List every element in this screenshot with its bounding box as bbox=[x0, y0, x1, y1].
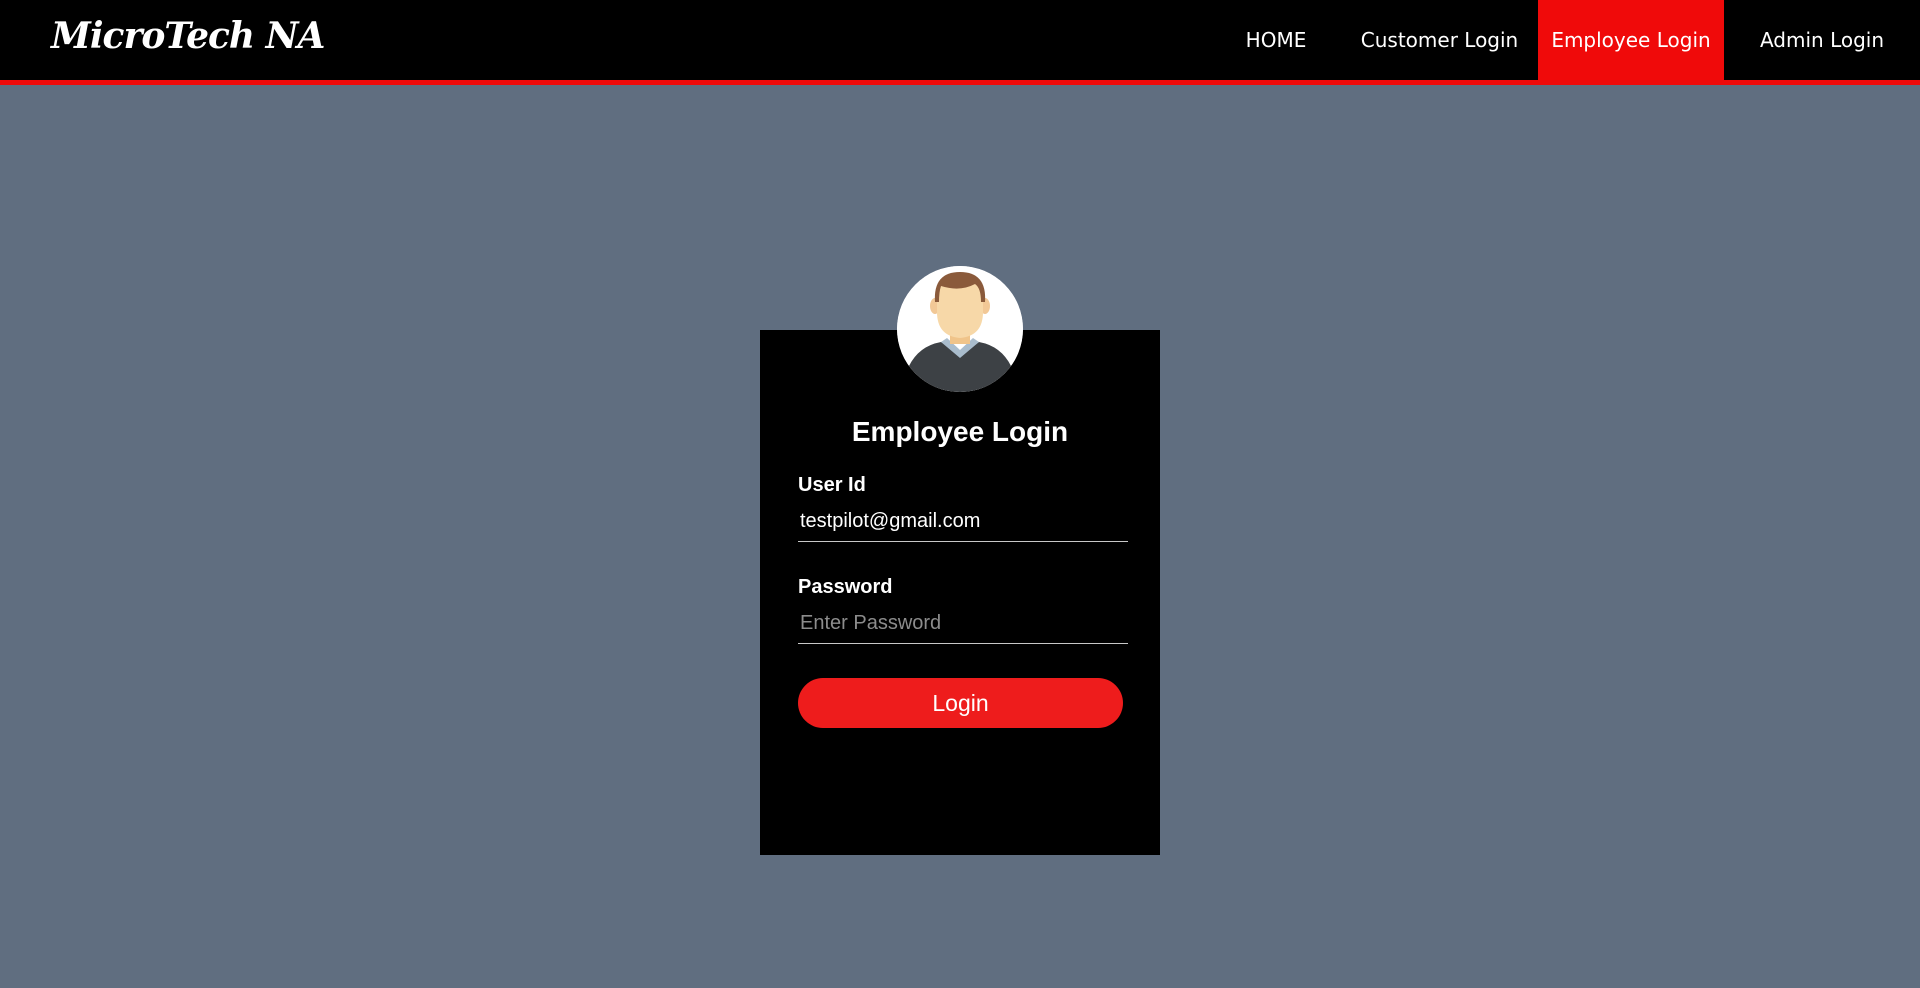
password-label: Password bbox=[798, 576, 893, 598]
password-input[interactable] bbox=[798, 604, 1128, 644]
nav-employee-login-link[interactable]: Employee Login bbox=[1538, 0, 1724, 80]
user-id-input[interactable] bbox=[798, 502, 1128, 542]
user-id-label: User Id bbox=[798, 474, 866, 496]
nav-admin-login-link[interactable]: Admin Login bbox=[1724, 0, 1920, 80]
login-button[interactable]: Login bbox=[798, 678, 1123, 728]
brand-logo[interactable]: MicroTech NA bbox=[51, 10, 325, 62]
login-title: Employee Login bbox=[851, 416, 1069, 447]
login-card: Employee Login User Id Password Login bbox=[760, 330, 1160, 855]
top-navbar: MicroTech NA HOME Customer Login Employe… bbox=[0, 0, 1920, 85]
nav-home-link[interactable]: HOME bbox=[1211, 0, 1341, 80]
user-avatar-icon bbox=[897, 266, 1023, 392]
nav-links: HOME Customer Login Employee Login Admin… bbox=[1211, 0, 1920, 80]
nav-customer-login-link[interactable]: Customer Login bbox=[1341, 0, 1538, 80]
